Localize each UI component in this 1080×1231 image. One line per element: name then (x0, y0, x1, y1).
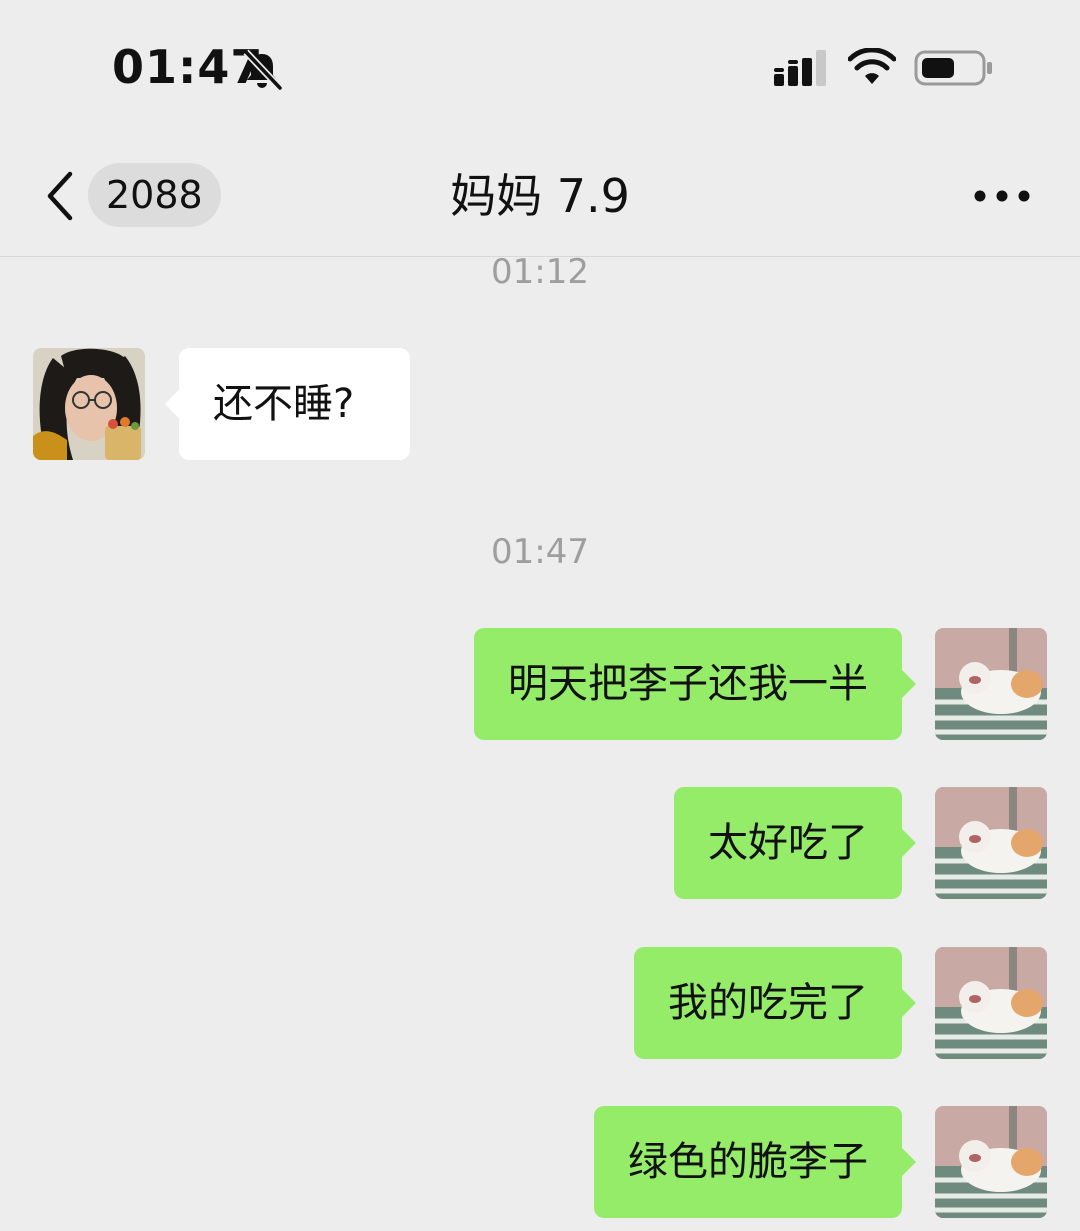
user-avatar[interactable] (935, 787, 1047, 899)
user-avatar[interactable] (935, 947, 1047, 1059)
received-message-bubble[interactable]: 还不睡? (165, 348, 410, 460)
wifi-icon (848, 48, 896, 84)
sent-message-bubble[interactable]: 太好吃了 (674, 787, 916, 899)
sent-message-bubble[interactable]: 绿色的脆李子 (594, 1106, 916, 1218)
cellular-signal-icon (774, 50, 826, 86)
ellipsis-icon[interactable] (970, 180, 1034, 212)
user-avatar[interactable] (935, 628, 1047, 740)
battery-icon (914, 50, 992, 86)
chat-title: 妈妈 7.9 (450, 169, 630, 223)
timestamp-divider: 01:12 (491, 252, 589, 292)
timestamp-divider: 01:47 (491, 532, 589, 572)
contact-avatar[interactable] (33, 348, 145, 460)
status-bar: 01:47 (0, 0, 1080, 130)
sent-message-bubble[interactable]: 我的吃完了 (634, 947, 916, 1059)
sent-message-bubble[interactable]: 明天把李子还我一半 (474, 628, 916, 740)
user-avatar[interactable] (935, 1106, 1047, 1218)
nav-bar: 2088 妈妈 7.9 (0, 140, 1080, 257)
bell-slash-icon (243, 49, 283, 91)
